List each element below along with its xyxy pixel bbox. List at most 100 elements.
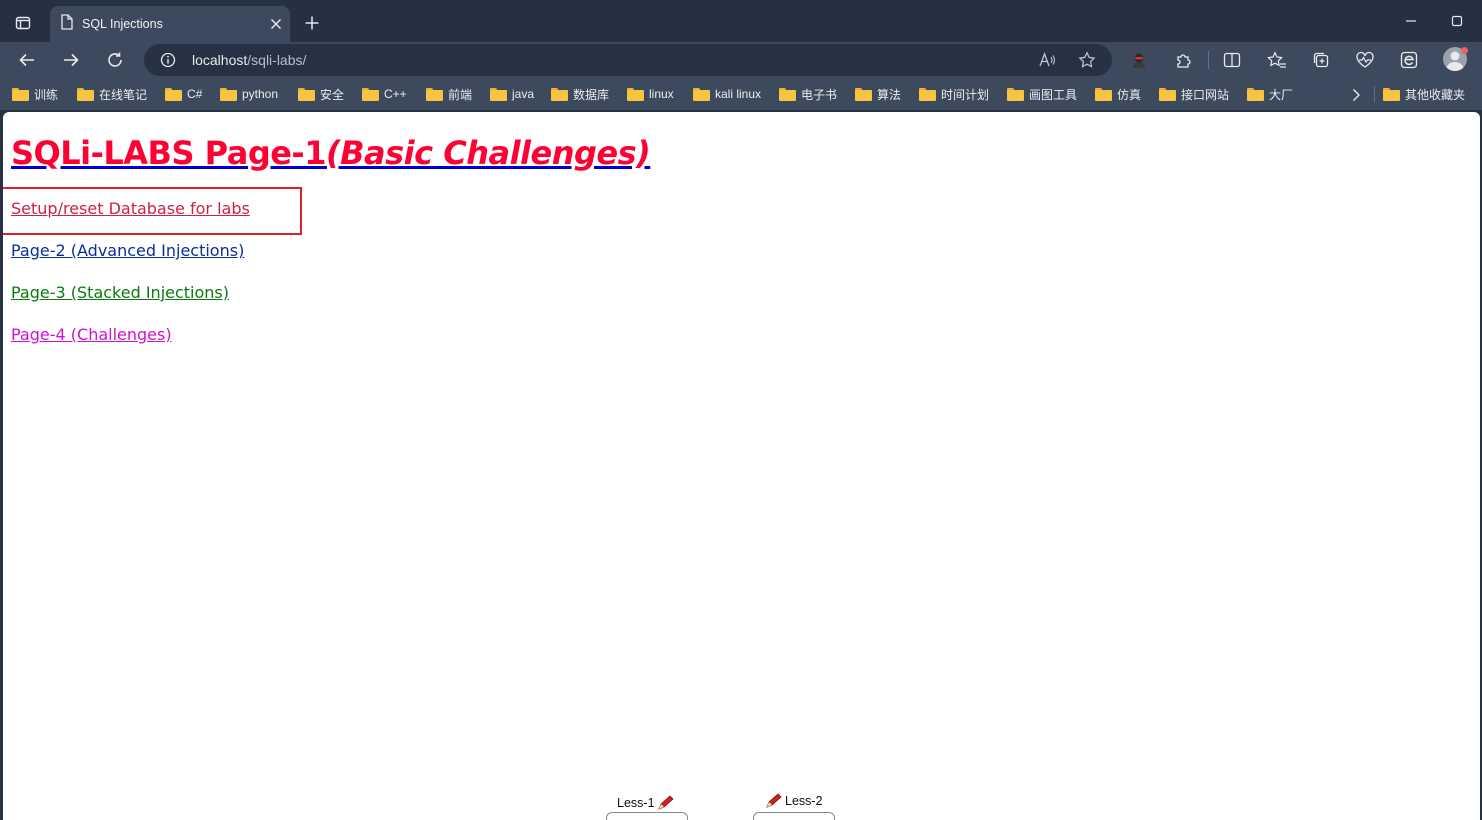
folder-icon bbox=[1007, 87, 1024, 101]
notification-dot bbox=[1461, 47, 1468, 54]
folder-icon bbox=[1159, 87, 1176, 101]
bookmark-folder[interactable]: linux bbox=[627, 85, 674, 103]
folder-icon bbox=[855, 87, 872, 101]
info-icon[interactable] bbox=[160, 52, 176, 68]
bookmark-label: 前端 bbox=[448, 87, 473, 102]
toolbar: localhost/sqli-labs/ bbox=[0, 42, 1482, 78]
bookmark-folder[interactable]: C# bbox=[165, 85, 202, 103]
bookmark-folder[interactable]: 安全 bbox=[298, 85, 344, 103]
bookmark-folder[interactable]: java bbox=[490, 85, 534, 103]
bookmark-folder[interactable]: 电子书 bbox=[779, 85, 837, 103]
folder-icon bbox=[919, 87, 936, 101]
bookmark-label: 其他收藏夹 bbox=[1405, 87, 1466, 102]
bookmark-folder[interactable]: 大厂 bbox=[1247, 85, 1293, 103]
bookmark-folder[interactable]: python bbox=[220, 85, 278, 103]
bookmark-folder[interactable]: 在线笔记 bbox=[77, 85, 147, 103]
page-4-link[interactable]: Page-4 (Challenges) bbox=[11, 325, 172, 344]
chevron-right-icon[interactable] bbox=[1346, 85, 1366, 105]
bookmark-label: 电子书 bbox=[801, 87, 838, 102]
page-title[interactable]: SQLi-LABS Page-1(Basic Challenges) bbox=[11, 134, 651, 172]
bookmarks-bar: 训练 在线笔记 C# python 安全 C++ 前端 java 数据库 lin… bbox=[0, 78, 1482, 110]
maximize-icon[interactable] bbox=[1446, 10, 1468, 32]
folder-icon bbox=[77, 87, 94, 101]
folder-icon bbox=[627, 87, 644, 101]
other-bookmarks-folder[interactable]: 其他收藏夹 bbox=[1383, 85, 1465, 103]
bookmark-folder[interactable]: 接口网站 bbox=[1159, 85, 1229, 103]
bookmark-folder[interactable]: 前端 bbox=[426, 85, 472, 103]
bookmark-folder[interactable]: 画图工具 bbox=[1007, 85, 1077, 103]
folder-icon bbox=[1095, 87, 1112, 101]
url-text[interactable]: localhost/sqli-labs/ bbox=[192, 52, 306, 68]
page-title-sub: (Basic Challenges) bbox=[325, 134, 651, 172]
bookmark-label: C++ bbox=[384, 87, 407, 101]
extension-avatar-icon[interactable] bbox=[1128, 49, 1150, 71]
folder-icon bbox=[12, 87, 29, 101]
bookmark-folder[interactable]: 时间计划 bbox=[919, 85, 989, 103]
folder-icon bbox=[779, 87, 796, 101]
star-icon[interactable] bbox=[1078, 51, 1096, 69]
pencil-icon bbox=[765, 793, 783, 809]
bookmark-label: python bbox=[242, 87, 279, 101]
folder-icon bbox=[551, 87, 568, 101]
folder-icon bbox=[426, 87, 443, 101]
lesson-1-box[interactable] bbox=[606, 812, 688, 820]
bookmark-folder[interactable]: kali linux bbox=[693, 85, 761, 103]
folder-icon bbox=[1247, 87, 1264, 101]
tab-active[interactable]: SQL Injections bbox=[50, 6, 290, 42]
bookmark-label: 仿真 bbox=[1117, 87, 1142, 102]
folder-icon bbox=[165, 87, 182, 101]
address-bar[interactable]: localhost/sqli-labs/ bbox=[144, 44, 1112, 76]
url-host: localhost bbox=[192, 52, 248, 68]
back-arrow-icon[interactable] bbox=[13, 46, 41, 74]
refresh-icon[interactable] bbox=[101, 46, 129, 74]
lesson-2-box[interactable] bbox=[753, 812, 835, 820]
bookmark-folder[interactable]: 数据库 bbox=[551, 85, 609, 103]
page-icon bbox=[60, 13, 74, 35]
bookmark-folder[interactable]: C++ bbox=[362, 85, 407, 103]
folder-icon bbox=[220, 87, 237, 101]
folder-icon bbox=[490, 87, 507, 101]
bookmark-label: 在线笔记 bbox=[99, 87, 148, 102]
bookmark-label: 数据库 bbox=[573, 87, 610, 102]
bookmark-label: kali linux bbox=[715, 87, 762, 101]
page-2-link[interactable]: Page-2 (Advanced Injections) bbox=[11, 241, 244, 260]
url-path: /sqli-labs/ bbox=[247, 52, 307, 68]
folder-icon bbox=[1383, 87, 1400, 101]
setup-reset-database-link[interactable]: Setup/reset Database for labs bbox=[11, 199, 250, 218]
folder-icon bbox=[693, 87, 710, 101]
bookmark-label: 训练 bbox=[34, 87, 59, 102]
title-bar: SQL Injections bbox=[0, 0, 1482, 42]
split-screen-icon[interactable] bbox=[1221, 49, 1243, 71]
lesson-2-link[interactable]: Less-2 bbox=[763, 793, 823, 809]
bookmark-label: 接口网站 bbox=[1181, 87, 1230, 102]
bookmarks-divider bbox=[1374, 86, 1375, 102]
forward-arrow-icon[interactable] bbox=[57, 46, 85, 74]
heartbeat-icon[interactable] bbox=[1354, 49, 1376, 71]
minimize-icon[interactable] bbox=[1400, 10, 1422, 32]
page-viewport: SQLi-LABS Page-1(Basic Challenges) Setup… bbox=[3, 112, 1480, 820]
pencil-icon bbox=[657, 795, 675, 811]
folder-icon bbox=[298, 87, 315, 101]
ie-mode-icon[interactable] bbox=[1398, 49, 1420, 71]
bookmark-label: 时间计划 bbox=[941, 87, 990, 102]
collections-icon[interactable] bbox=[1310, 49, 1332, 71]
read-aloud-icon[interactable] bbox=[1038, 51, 1056, 69]
bookmark-label: 算法 bbox=[877, 87, 902, 102]
plus-icon[interactable] bbox=[300, 11, 324, 35]
puzzle-icon[interactable] bbox=[1173, 49, 1195, 71]
lesson-1-link[interactable]: Less-1 bbox=[617, 795, 677, 811]
lesson-label: Less-1 bbox=[617, 796, 655, 810]
bookmark-label: java bbox=[512, 87, 535, 101]
bookmark-label: 安全 bbox=[320, 87, 345, 102]
bookmark-folder[interactable]: 算法 bbox=[855, 85, 901, 103]
page-3-link[interactable]: Page-3 (Stacked Injections) bbox=[11, 283, 229, 302]
folder-icon bbox=[362, 87, 379, 101]
bookmark-folder[interactable]: 训练 bbox=[12, 85, 58, 103]
tab-actions-icon[interactable] bbox=[10, 11, 36, 35]
lesson-label: Less-2 bbox=[785, 794, 823, 808]
bookmark-label: 大厂 bbox=[1269, 87, 1294, 102]
close-icon[interactable] bbox=[266, 14, 286, 34]
tab-title: SQL Injections bbox=[82, 17, 163, 31]
favorites-icon[interactable] bbox=[1266, 49, 1288, 71]
bookmark-folder[interactable]: 仿真 bbox=[1095, 85, 1141, 103]
